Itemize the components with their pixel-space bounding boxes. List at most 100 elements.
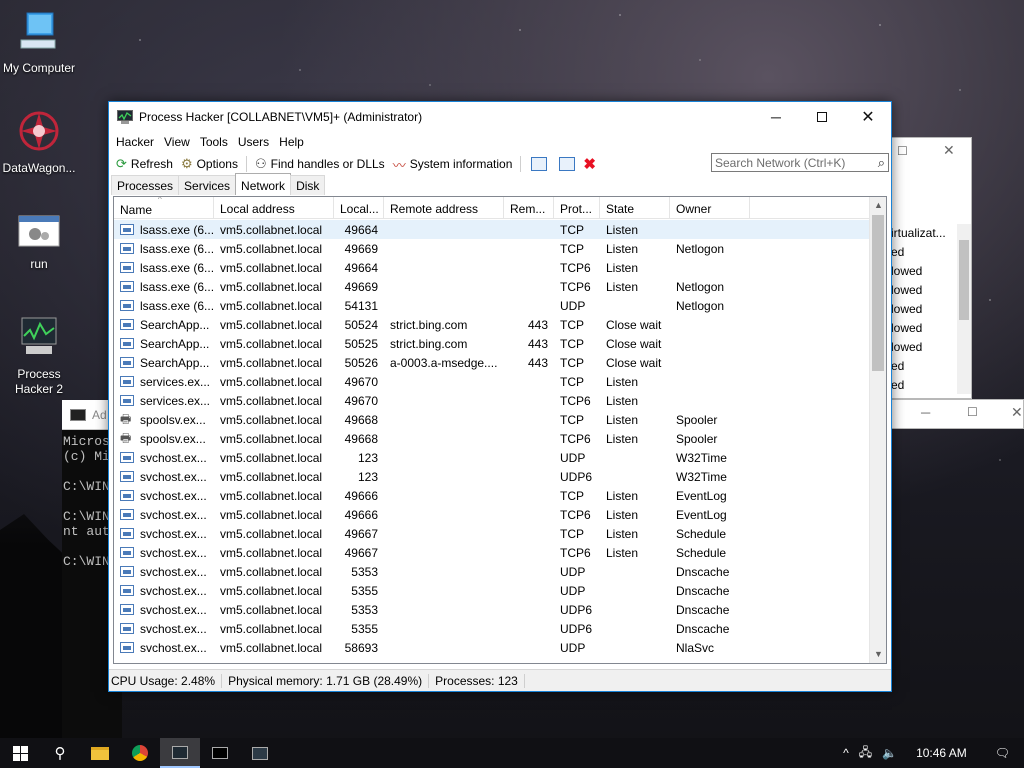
row-local-port: 49666: [344, 507, 378, 522]
desktop-icon-process-hacker[interactable]: Process Hacker 2: [0, 316, 78, 397]
list-item: irtualizat...: [891, 226, 946, 240]
row-local-port: 5355: [351, 621, 378, 636]
table-row[interactable]: svchost.ex... vm5.collabnet.local 5355 UDP D…: [114, 581, 870, 600]
search-network-input[interactable]: Search Network (Ctrl+K) ⌕: [711, 153, 889, 172]
table-row[interactable]: svchost.ex... vm5.collabnet.local 49666 TCP…: [114, 486, 870, 505]
table-row[interactable]: svchost.ex... vm5.collabnet.local 5353 UDP6…: [114, 600, 870, 619]
table-row[interactable]: 🖶 spoolsv.ex... vm5.collabnet.local 49668 TC…: [114, 429, 870, 448]
row-name-text: spoolsv.ex...: [140, 431, 206, 446]
file-explorer-button[interactable]: [80, 738, 120, 768]
delete-icon[interactable]: ✖: [583, 155, 596, 173]
table-row[interactable]: services.ex... vm5.collabnet.local 49670 TC…: [114, 391, 870, 410]
menu-hacker[interactable]: Hacker: [111, 135, 159, 149]
table-row[interactable]: svchost.ex... vm5.collabnet.local 123 UDP W3…: [114, 448, 870, 467]
table-row[interactable]: svchost.ex... vm5.collabnet.local 58693 UDP…: [114, 638, 870, 657]
column-header-owner[interactable]: Owner: [670, 197, 750, 218]
desktop-icon-label: run: [30, 257, 48, 271]
table-row[interactable]: lsass.exe (6... vm5.collabnet.local 54131 U…: [114, 296, 870, 315]
volume-icon[interactable]: 🔈: [877, 746, 902, 760]
tab-network[interactable]: Network: [235, 173, 292, 195]
table-row[interactable]: svchost.ex... vm5.collabnet.local 5353 UDP D…: [114, 562, 870, 581]
process-hacker-2-taskbar-button[interactable]: [240, 738, 280, 768]
scroll-thumb[interactable]: [872, 215, 884, 371]
table-row[interactable]: svchost.ex... vm5.collabnet.local 49667 TCP…: [114, 524, 870, 543]
options-button[interactable]: ⚙ Options: [177, 154, 242, 174]
system-information-button[interactable]: 〰 System information: [389, 154, 517, 174]
process-hacker-icon: [172, 745, 188, 759]
table-row[interactable]: SearchApp... vm5.collabnet.local 50526 a-00…: [114, 353, 870, 372]
column-header-remote-address[interactable]: Remote address: [384, 197, 504, 218]
find-handles-button[interactable]: ⚇ Find handles or DLLs: [251, 154, 389, 174]
column-header-protocol[interactable]: Prot...: [554, 197, 600, 218]
column-header-name[interactable]: ^ Name: [114, 197, 214, 218]
bg-scrollbar[interactable]: [957, 224, 971, 394]
close-button[interactable]: ✕: [845, 102, 891, 131]
chart-icon: 〰: [392, 157, 406, 173]
table-row[interactable]: svchost.ex... vm5.collabnet.local 123 UDP6 W…: [114, 467, 870, 486]
refresh-button[interactable]: ⟳ Refresh: [112, 154, 177, 174]
chevron-up-icon[interactable]: ^: [838, 746, 854, 760]
menu-help[interactable]: Help: [274, 135, 309, 149]
notification-icon[interactable]: 🗨: [981, 746, 1024, 760]
tab-processes[interactable]: Processes: [111, 175, 180, 195]
console-icon: [70, 408, 86, 421]
close-icon[interactable]: ✕: [1011, 404, 1023, 421]
background-window-2[interactable]: ─ ☐ ✕: [890, 399, 1024, 429]
console-taskbar-button[interactable]: [200, 738, 240, 768]
column-header-local-port[interactable]: Local...: [334, 197, 384, 218]
minimize-button[interactable]: ─: [753, 102, 799, 131]
table-row[interactable]: svchost.ex... vm5.collabnet.local 49666 TCP…: [114, 505, 870, 524]
desktop-icon-datawagon[interactable]: DataWagon...: [0, 108, 78, 175]
table-row[interactable]: services.ex... vm5.collabnet.local 49670 TC…: [114, 372, 870, 391]
table-row[interactable]: SearchApp... vm5.collabnet.local 50524 stri…: [114, 315, 870, 334]
titlebar[interactable]: Process Hacker [COLLABNET\VM5]+ (Adminis…: [109, 102, 891, 131]
table-row[interactable]: lsass.exe (6... vm5.collabnet.local 49669 T…: [114, 277, 870, 296]
network-icon[interactable]: 🖧: [854, 743, 877, 764]
vertical-scrollbar[interactable]: ▲ ▼: [869, 197, 886, 663]
table-row[interactable]: lsass.exe (6... vm5.collabnet.local 49664 T…: [114, 258, 870, 277]
window-icon[interactable]: [531, 157, 548, 171]
background-window[interactable]: ☐ ✕ irtualizat... ed lowed lowed lowed l…: [890, 137, 972, 399]
row-name-text: svchost.ex...: [140, 507, 207, 522]
column-header-state[interactable]: State: [600, 197, 670, 218]
table-row[interactable]: lsass.exe (6... vm5.collabnet.local 49669 T…: [114, 239, 870, 258]
folder-icon: [91, 746, 109, 760]
clock[interactable]: 10:46 AM: [902, 746, 981, 760]
tab-services[interactable]: Services: [178, 175, 237, 195]
process-hacker-taskbar-button[interactable]: [160, 738, 200, 768]
row-owner: Schedule: [676, 526, 727, 541]
desktop-icon-run[interactable]: run: [0, 214, 78, 271]
row-owner: W32Time: [676, 450, 727, 465]
minimize-icon[interactable]: ─: [921, 405, 930, 420]
start-button[interactable]: [0, 738, 40, 768]
process-hacker-window[interactable]: Process Hacker [COLLABNET\VM5]+ (Adminis…: [108, 101, 892, 692]
computer-icon: [0, 10, 78, 57]
table-row[interactable]: 🖶 spoolsv.ex... vm5.collabnet.local 49668 TC…: [114, 410, 870, 429]
row-name-text: svchost.ex...: [140, 583, 207, 598]
row-name-text: lsass.exe (6...: [140, 260, 214, 275]
tab-disk[interactable]: Disk: [290, 175, 326, 195]
desktop-icon-my-computer[interactable]: My Computer: [0, 10, 78, 75]
column-header-remote-port[interactable]: Rem...: [504, 197, 554, 218]
menu-users[interactable]: Users: [233, 135, 274, 149]
search-button[interactable]: ⚲: [40, 738, 80, 768]
column-header-local-address[interactable]: Local address: [214, 197, 334, 218]
network-list[interactable]: ^ Name Local address Local... Remote add…: [113, 196, 887, 664]
table-row[interactable]: svchost.ex... vm5.collabnet.local 5355 UDP6…: [114, 619, 870, 638]
table-row[interactable]: SearchApp... vm5.collabnet.local 50525 stri…: [114, 334, 870, 353]
scroll-up-icon[interactable]: ▲: [870, 197, 886, 214]
menu-view[interactable]: View: [159, 135, 195, 149]
close-icon[interactable]: ✕: [943, 142, 955, 159]
menu-tools[interactable]: Tools: [195, 135, 233, 149]
maximize-button[interactable]: [799, 102, 845, 131]
window-go-icon[interactable]: [559, 157, 576, 171]
table-row[interactable]: svchost.ex... vm5.collabnet.local 49667 TCP…: [114, 543, 870, 562]
table-row[interactable]: lsass.exe (6... vm5.collabnet.local 49664 T…: [114, 220, 870, 239]
chrome-button[interactable]: [120, 738, 160, 768]
row-owner: Spooler: [676, 431, 718, 446]
row-local-port: 54131: [344, 298, 378, 313]
maximize-icon[interactable]: ☐: [967, 405, 978, 419]
row-local-address: vm5.collabnet.local: [220, 260, 323, 275]
scroll-down-icon[interactable]: ▼: [870, 646, 886, 663]
maximize-icon[interactable]: ☐: [897, 144, 908, 158]
